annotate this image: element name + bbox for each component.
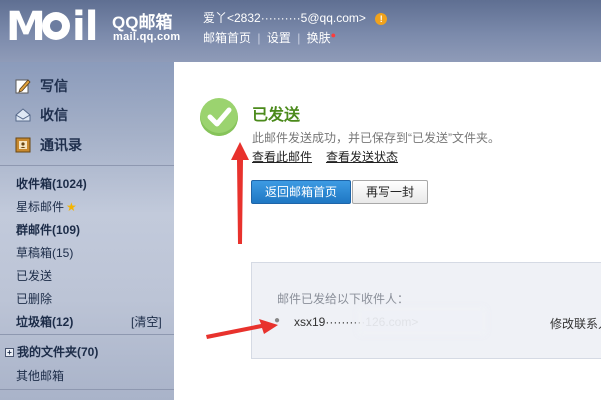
recipients-panel: 邮件已发给以下收件人： ● xsx19··········126.com> 修改… [251, 262, 601, 359]
view-send-status-link[interactable]: 查看发送状态 [326, 148, 398, 165]
sidebar-item-inbox[interactable]: 收件箱(1024) [16, 175, 87, 192]
contacts-label: 通讯录 [40, 137, 82, 153]
sidebar-item-spam[interactable]: 垃圾箱(12) [16, 313, 73, 330]
pencil-icon [14, 77, 32, 95]
sidebar-item-group-mail[interactable]: 群邮件(109) [16, 221, 80, 238]
page-title: 已发送 [252, 107, 301, 124]
warning-icon[interactable]: ! [375, 13, 388, 25]
my-folders[interactable]: + 我的文件夹(70) [5, 343, 98, 360]
sidebar: 写信 收信 通讯录 收件箱(1024) 星标邮件 ★ 群邮件(109) 草稿箱(1… [0, 62, 174, 400]
link-separator: | [297, 31, 301, 45]
sidebar-divider [0, 334, 174, 335]
link-separator: | [257, 31, 261, 45]
user-account: 爱丫<2832··········5@qq.com> ! [203, 9, 388, 26]
my-folders-label: 我的文件夹(70) [17, 345, 99, 359]
write-another-button[interactable]: 再写一封 [352, 180, 428, 204]
sidebar-item-sent[interactable]: 已发送 [16, 267, 52, 284]
settings-link[interactable]: 设置 [267, 31, 291, 45]
new-dot-icon: ● [330, 30, 337, 40]
svg-text:M: M [6, 4, 45, 48]
star-icon: ★ [66, 200, 77, 214]
contacts-book-icon [14, 136, 32, 154]
top-links: 邮箱首页 | 设置 | 换肤● [203, 29, 336, 46]
view-mail-link[interactable]: 查看此邮件 [252, 148, 312, 165]
sidebar-item-starred[interactable]: 星标邮件 ★ [16, 198, 77, 215]
receive-button[interactable]: 收信 [14, 103, 68, 127]
mailbox-home-link[interactable]: 邮箱首页 [203, 31, 251, 45]
annotation-arrow-up [231, 142, 249, 244]
back-to-inbox-button[interactable]: 返回邮箱首页 [251, 180, 351, 204]
qq-mail-logo[interactable]: M il [6, 2, 111, 58]
sidebar-item-deleted[interactable]: 已删除 [16, 290, 52, 307]
compose-label: 写信 [40, 78, 68, 94]
recipients-heading: 邮件已发给以下收件人： [277, 292, 410, 306]
sidebar-divider [0, 165, 174, 166]
redaction-blur [362, 311, 482, 331]
edit-contact-link[interactable]: 修改联系人 [550, 315, 601, 332]
sidebar-divider [0, 389, 174, 390]
sidebar-item-label: 星标邮件 [16, 200, 65, 214]
sidebar-item-drafts[interactable]: 草稿箱(15) [16, 244, 73, 261]
top-header: M il QQ邮箱 mail.qq.com 爱丫<2832··········5… [0, 0, 601, 62]
user-account-text: 爱丫<2832··········5@qq.com> [203, 11, 366, 25]
receive-label: 收信 [40, 107, 68, 123]
clear-spam-link[interactable]: [清空] [131, 313, 162, 330]
annotation-arrow-right [206, 319, 278, 339]
svg-text:il: il [72, 4, 97, 48]
expand-plus-icon[interactable]: + [5, 348, 14, 357]
brand-name: QQ邮箱 [112, 13, 173, 32]
inbox-tray-icon [14, 106, 32, 124]
success-check-icon [200, 98, 238, 136]
other-mailbox-link[interactable]: 其他邮箱 [16, 367, 64, 384]
compose-button[interactable]: 写信 [14, 74, 68, 98]
brand-url: mail.qq.com [113, 31, 181, 43]
contacts-button[interactable]: 通讯录 [14, 133, 82, 157]
change-skin-link[interactable]: 换肤 [307, 31, 331, 45]
sent-description: 此邮件发送成功，并已保存到“已发送”文件夹。 [252, 131, 500, 145]
